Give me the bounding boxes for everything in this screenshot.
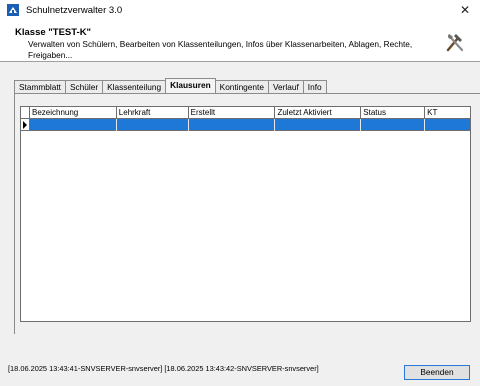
window-close-button[interactable]: ✕ <box>450 0 480 20</box>
beenden-button[interactable]: Beenden <box>404 365 470 380</box>
exams-grid[interactable]: Bezeichnung Lehrkraft Erstellt Zuletzt A… <box>20 106 471 322</box>
window-title: Schulnetzverwalter 3.0 <box>26 4 123 16</box>
row-indicator <box>21 119 30 130</box>
tools-icon <box>446 34 464 52</box>
status-log: [18.06.2025 13:43:41-SNVSERVER-snvserver… <box>8 364 319 373</box>
cell-status[interactable] <box>361 119 426 131</box>
close-icon: ✕ <box>459 3 471 17</box>
current-row-arrow-icon <box>23 121 27 129</box>
cell-bezeichnung[interactable] <box>30 119 117 131</box>
tab-info[interactable]: Info <box>302 80 327 93</box>
tab-schueler[interactable]: Schüler <box>64 80 104 93</box>
cell-kt[interactable] <box>425 119 470 131</box>
page-description: Verwalten von Schülern, Bearbeiten von K… <box>28 39 413 60</box>
app-icon <box>7 4 19 16</box>
cell-zuletzt-aktiviert[interactable] <box>275 119 362 131</box>
tab-klassenteilung[interactable]: Klassenteilung <box>102 80 167 93</box>
title-bar: Schulnetzverwalter 3.0 ✕ <box>0 0 480 20</box>
tab-kontingente[interactable]: Kontingente <box>214 80 269 93</box>
cell-lehrkraft[interactable] <box>117 119 189 131</box>
grid-header: Bezeichnung Lehrkraft Erstellt Zuletzt A… <box>21 107 470 119</box>
column-header-zuletzt-aktiviert[interactable]: Zuletzt Aktiviert <box>275 107 362 118</box>
page-title: Klasse "TEST-K" <box>15 27 92 38</box>
tab-verlauf[interactable]: Verlauf <box>267 80 304 93</box>
table-row[interactable] <box>21 119 470 131</box>
column-header-erstellt[interactable]: Erstellt <box>189 107 276 118</box>
tab-strip: Stammblatt Schüler Klassenteilung Klausu… <box>14 78 327 93</box>
cell-erstellt[interactable] <box>189 119 276 131</box>
column-header-lehrkraft[interactable]: Lehrkraft <box>117 107 189 118</box>
column-header-bezeichnung[interactable]: Bezeichnung <box>30 107 117 118</box>
tab-stammblatt[interactable]: Stammblatt <box>14 80 66 93</box>
row-indicator-header <box>21 107 30 118</box>
tab-klausuren[interactable]: Klausuren <box>165 78 216 93</box>
header-panel: Klasse "TEST-K" Verwalten von Schülern, … <box>0 20 480 62</box>
column-header-kt[interactable]: KT <box>425 107 470 118</box>
column-header-status[interactable]: Status <box>361 107 426 118</box>
